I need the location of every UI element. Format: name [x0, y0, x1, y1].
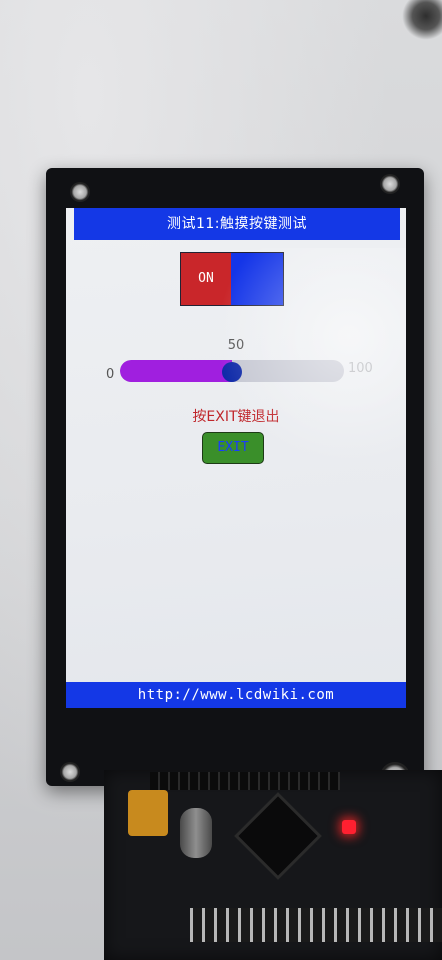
yellow-connector	[128, 790, 168, 836]
bottom-pin-row	[190, 908, 442, 942]
lcd-screen: 测试11:触摸按键测试 ON 50 0 100 按EXIT键退出 EXIT ht…	[66, 208, 406, 708]
slider-min-label: 0	[106, 367, 115, 382]
slider-value: 50	[227, 338, 245, 353]
slider-max-label: 100	[348, 361, 373, 376]
toggle-off-segment[interactable]	[231, 253, 283, 305]
crystal-oscillator	[180, 808, 212, 858]
screen-title: 测试11:触摸按键测试	[74, 208, 400, 240]
slider-knob[interactable]	[222, 362, 242, 382]
footer-url: http://www.lcdwiki.com	[66, 682, 406, 708]
exit-hint: 按EXIT键退出	[192, 409, 280, 425]
on-off-toggle[interactable]: ON	[180, 252, 284, 306]
mounting-hole	[380, 174, 400, 194]
header-pins	[150, 772, 340, 790]
power-led	[342, 820, 356, 834]
mounting-hole	[70, 182, 90, 202]
mounting-hole	[60, 762, 80, 782]
slider-fill	[120, 360, 232, 382]
cable	[402, 0, 442, 40]
exit-button[interactable]: EXIT	[202, 432, 264, 464]
toggle-on-label[interactable]: ON	[181, 253, 231, 305]
